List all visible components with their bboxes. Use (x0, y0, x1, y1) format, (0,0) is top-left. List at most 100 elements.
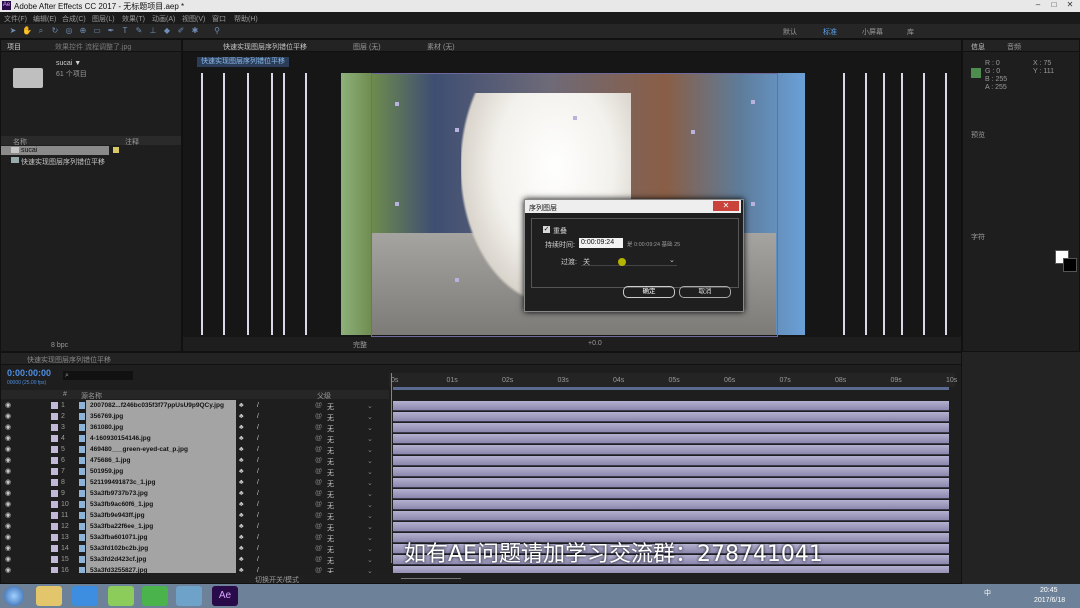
rectangle-tool-icon[interactable]: ▭ (92, 26, 102, 36)
shy-switch-icon[interactable]: ♣ (239, 512, 244, 519)
layer-source-name[interactable]: 4-160930154146.jpg (86, 433, 236, 444)
overlap-checkbox[interactable]: ✓ (543, 226, 550, 233)
label-color-swatch[interactable] (51, 468, 58, 475)
label-color-swatch[interactable] (51, 534, 58, 541)
label-color-swatch[interactable] (51, 435, 58, 442)
layer-duration-bar[interactable] (393, 412, 949, 422)
layer-handle[interactable] (455, 278, 459, 282)
shy-switch-icon[interactable]: ♣ (239, 556, 244, 563)
layer-row[interactable]: ◉ 4 4-160930154146.jpg ♣ / @ 无 ⌄ (1, 433, 961, 444)
visibility-eye-icon[interactable]: ◉ (5, 545, 13, 552)
layer-row[interactable]: ◉ 3 361080.jpg ♣ / @ 无 ⌄ (1, 422, 961, 433)
menu-edit[interactable]: 编辑(E) (33, 14, 56, 24)
clock-date[interactable]: 2017/6/18 (1034, 597, 1065, 604)
work-area-bar[interactable] (393, 387, 949, 390)
shy-switch-icon[interactable]: ♣ (239, 446, 244, 453)
quality-switch-icon[interactable]: / (257, 446, 259, 453)
visibility-eye-icon[interactable]: ◉ (5, 402, 13, 409)
tab-project[interactable]: 项目 (7, 42, 21, 52)
input-language[interactable]: 中 (984, 588, 991, 598)
layer-duration-bar[interactable] (393, 434, 949, 444)
brush-tool-icon[interactable]: ✎ (134, 26, 144, 36)
quality-switch-icon[interactable]: / (257, 424, 259, 431)
visibility-eye-icon[interactable]: ◉ (5, 512, 13, 519)
menu-file[interactable]: 文件(F) (4, 14, 27, 24)
layer-duration-bar[interactable] (393, 456, 949, 466)
pickwhip-icon[interactable]: @ (315, 435, 322, 442)
shy-switch-icon[interactable]: ♣ (239, 424, 244, 431)
layer-duration-bar[interactable] (393, 478, 949, 488)
shy-switch-icon[interactable]: ♣ (239, 567, 244, 573)
label-color-swatch[interactable] (51, 501, 58, 508)
visibility-eye-icon[interactable]: ◉ (5, 446, 13, 453)
layer-row[interactable]: ◉ 12 53a3fba22f6ee_1.jpg ♣ / @ 无 ⌄ (1, 521, 961, 532)
quality-switch-icon[interactable]: / (257, 479, 259, 486)
layer-source-name[interactable]: 53a3fba22f6ee_1.jpg (86, 521, 236, 532)
shy-switch-icon[interactable]: ♣ (239, 523, 244, 530)
shy-switch-icon[interactable]: ♣ (239, 402, 244, 409)
parent-select[interactable]: 无 (327, 567, 334, 573)
pickwhip-icon[interactable]: @ (315, 534, 322, 541)
shy-switch-icon[interactable]: ♣ (239, 457, 244, 464)
stroke-color-swatch[interactable] (1063, 258, 1077, 272)
visibility-eye-icon[interactable]: ◉ (5, 523, 13, 530)
duration-input[interactable]: 0:00:09:24 (579, 238, 623, 248)
layer-duration-bar[interactable] (393, 500, 949, 510)
visibility-eye-icon[interactable]: ◉ (5, 501, 13, 508)
pickwhip-icon[interactable]: @ (315, 545, 322, 552)
tab-composition-name[interactable]: 快速实现图层序列错位平移 (223, 42, 307, 52)
workspace-small-screen[interactable]: 小屏幕 (862, 27, 883, 37)
shy-switch-icon[interactable]: ♣ (239, 501, 244, 508)
layer-row[interactable]: ◉ 8 521199491873c_1.jpg ♣ / @ 无 ⌄ (1, 477, 961, 488)
shy-switch-icon[interactable]: ♣ (239, 413, 244, 420)
clock-time[interactable]: 20:45 (1040, 587, 1058, 594)
layer-row[interactable]: ◉ 11 53a3fb9e943ff.jpg ♣ / @ 无 ⌄ (1, 510, 961, 521)
pickwhip-icon[interactable]: @ (315, 446, 322, 453)
tab-audio[interactable]: 音频 (1007, 42, 1021, 52)
rotate-tool-icon[interactable]: ↻ (50, 26, 60, 36)
menu-animation[interactable]: 动画(A) (152, 14, 175, 24)
layer-source-name[interactable]: 53a3fd3255827.jpg (86, 565, 236, 573)
project-item-composition[interactable]: 快速实现图层序列错位平移 (1, 156, 181, 166)
pickwhip-icon[interactable]: @ (315, 468, 322, 475)
timeline-search-input[interactable]: ⌕ (63, 371, 133, 380)
shy-switch-icon[interactable]: ♣ (239, 534, 244, 541)
visibility-eye-icon[interactable]: ◉ (5, 468, 13, 475)
layer-duration-bar[interactable] (393, 511, 949, 521)
current-timecode[interactable]: 0:00:00:00 (7, 368, 51, 378)
bit-depth[interactable]: 8 bpc (51, 342, 68, 349)
tab-character[interactable]: 字符 (971, 232, 985, 242)
layer-row[interactable]: ◉ 6 475686_1.jpg ♣ / @ 无 ⌄ (1, 455, 961, 466)
layer-row[interactable]: ◉ 10 53a3fb9ac60f6_1.jpg ♣ / @ 无 ⌄ (1, 499, 961, 510)
tab-layer[interactable]: 图层 (无) (353, 42, 381, 52)
quality-switch-icon[interactable]: / (257, 567, 259, 573)
eraser-tool-icon[interactable]: ◆ (162, 26, 172, 36)
layer-duration-bar[interactable] (393, 522, 949, 532)
project-item-folder[interactable]: sucai (1, 146, 109, 155)
quality-switch-icon[interactable]: / (257, 413, 259, 420)
visibility-eye-icon[interactable]: ◉ (5, 556, 13, 563)
pin-tool-icon[interactable]: ⚲ (212, 26, 222, 36)
label-color-swatch[interactable] (51, 413, 58, 420)
layer-handle[interactable] (395, 102, 399, 106)
file-explorer-icon[interactable] (36, 586, 62, 606)
quality-switch-icon[interactable]: / (257, 523, 259, 530)
label-color-swatch[interactable] (51, 490, 58, 497)
layer-handle[interactable] (573, 116, 577, 120)
quality-switch-icon[interactable]: / (257, 402, 259, 409)
cancel-button[interactable]: 取消 (679, 286, 731, 298)
menu-help[interactable]: 帮助(H) (234, 14, 258, 24)
label-color-swatch[interactable] (51, 545, 58, 552)
layer-source-name[interactable]: 361080.jpg (86, 422, 236, 433)
column-comment[interactable]: 注释 (125, 137, 139, 147)
close-button[interactable]: ✕ (1062, 0, 1078, 10)
layer-duration-bar[interactable] (393, 423, 949, 433)
view-quality[interactable]: 完整 (353, 340, 367, 350)
quality-switch-icon[interactable]: / (257, 490, 259, 497)
layer-source-name[interactable]: 469480___green-eyed-cat_p.jpg (86, 444, 236, 455)
composition-breadcrumb[interactable]: 快速实现图层序列错位平移 (197, 57, 289, 67)
quality-switch-icon[interactable]: / (257, 556, 259, 563)
layer-source-name[interactable]: 501959.jpg (86, 466, 236, 477)
layer-duration-bar[interactable] (393, 489, 949, 499)
workspace-standard[interactable]: 标准 (823, 27, 837, 37)
